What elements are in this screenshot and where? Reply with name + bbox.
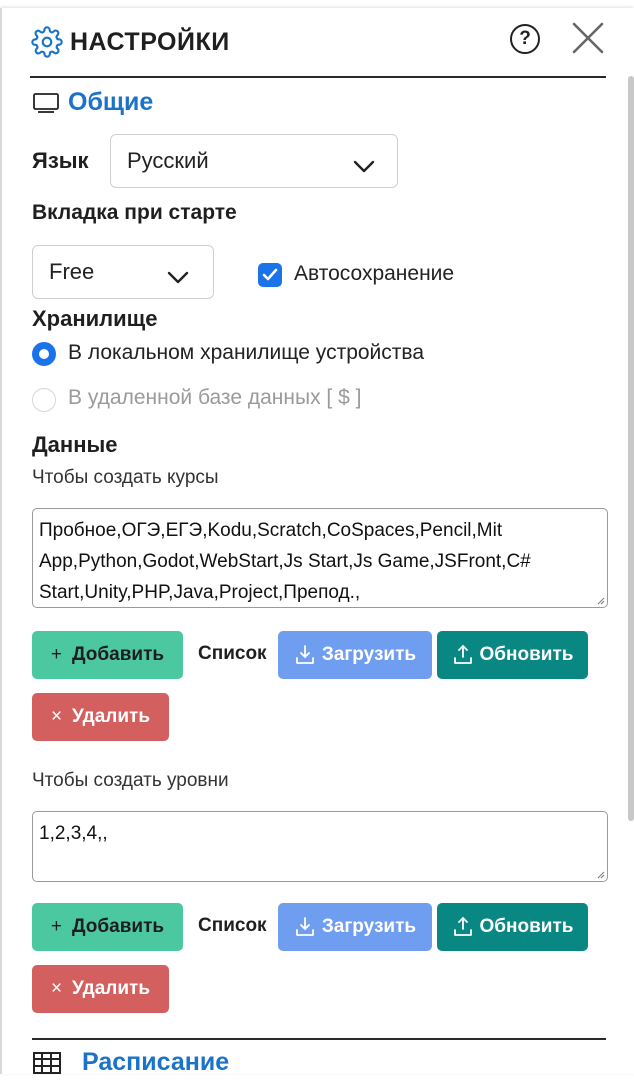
close-icon: ×	[50, 706, 63, 727]
courses-list-label: Список	[198, 643, 267, 664]
settings-header: НАСТРОЙКИ ?	[30, 20, 606, 64]
language-label: Язык	[32, 148, 89, 173]
storage-label: Хранилище	[32, 306, 158, 331]
levels-textarea-value: 1,2,3,4,,	[39, 823, 108, 844]
start-tab-label: Вкладка при старте	[32, 201, 237, 224]
check-icon	[262, 268, 278, 281]
courses-add-label: Добавить	[72, 644, 165, 665]
section-schedule-title[interactable]: Расписание	[32, 1048, 229, 1077]
levels-delete-button[interactable]: × Удалить	[32, 965, 169, 1013]
scrollbar[interactable]	[628, 76, 634, 821]
section-general-title: Общие	[32, 88, 153, 117]
language-select-value: Русский	[127, 148, 209, 173]
schedule-divider	[32, 1038, 606, 1040]
courses-textarea[interactable]: Пробное,ОГЭ,ЕГЭ,Kodu,Scratch,CoSpaces,Pe…	[32, 508, 608, 608]
courses-hint: Чтобы создать курсы	[32, 467, 219, 488]
levels-add-button[interactable]: + Добавить	[32, 903, 183, 951]
autosave-checkbox[interactable]	[258, 263, 282, 287]
levels-textarea[interactable]: 1,2,3,4,,	[32, 811, 608, 882]
plus-icon: +	[50, 916, 63, 937]
storage-remote-radio	[32, 388, 56, 412]
gear-icon	[30, 25, 64, 59]
courses-add-button[interactable]: + Добавить	[32, 631, 183, 679]
courses-update-label: Обновить	[479, 644, 574, 665]
levels-list-label: Список	[198, 915, 267, 936]
levels-load-button[interactable]: Загрузить	[278, 903, 432, 951]
start-tab-select[interactable]: Free	[32, 245, 214, 299]
data-section-title: Данные	[32, 432, 118, 457]
chevron-down-icon	[167, 265, 189, 291]
courses-load-button[interactable]: Загрузить	[278, 631, 432, 679]
section-schedule-label: Расписание	[82, 1048, 230, 1076]
courses-update-button[interactable]: Обновить	[437, 631, 588, 679]
courses-delete-button[interactable]: × Удалить	[32, 693, 169, 741]
courses-delete-label: Удалить	[72, 706, 151, 727]
levels-load-label: Загрузить	[321, 916, 417, 937]
header-divider	[30, 76, 606, 78]
storage-local-radio[interactable]	[32, 342, 56, 366]
courses-textarea-value: Пробное,ОГЭ,ЕГЭ,Kodu,Scratch,CoSpaces,Pe…	[39, 520, 531, 603]
levels-delete-label: Удалить	[72, 978, 151, 999]
levels-update-label: Обновить	[479, 916, 574, 937]
levels-add-label: Добавить	[72, 916, 165, 937]
levels-update-button[interactable]: Обновить	[437, 903, 588, 951]
start-tab-select-value: Free	[49, 259, 95, 284]
download-icon	[294, 916, 316, 938]
monitor-icon	[32, 92, 60, 114]
section-general-label: Общие	[68, 88, 154, 116]
courses-load-label: Загрузить	[321, 644, 417, 665]
storage-remote-label: В удаленной базе данных [ $ ]	[68, 386, 362, 409]
upload-icon	[452, 644, 474, 666]
close-icon[interactable]	[570, 20, 606, 56]
settings-panel: НАСТРОЙКИ ? Общие Язык Русский Вкладка п…	[0, 8, 634, 1077]
autosave-label: Автосохранение	[294, 262, 455, 285]
table-icon	[32, 1051, 62, 1075]
upload-icon	[452, 916, 474, 938]
resize-grip-icon[interactable]	[597, 871, 605, 879]
close-icon: ×	[50, 978, 63, 999]
download-icon	[294, 644, 316, 666]
language-select[interactable]: Русский	[110, 134, 398, 188]
help-circle-icon[interactable]: ?	[510, 24, 540, 54]
storage-local-label: В локальном хранилище устройства	[68, 341, 424, 364]
plus-icon: +	[50, 644, 63, 665]
chevron-down-icon	[353, 154, 375, 180]
resize-grip-icon[interactable]	[597, 597, 605, 605]
levels-hint: Чтобы создать уровни	[32, 770, 229, 791]
settings-title: НАСТРОЙКИ	[70, 27, 230, 56]
